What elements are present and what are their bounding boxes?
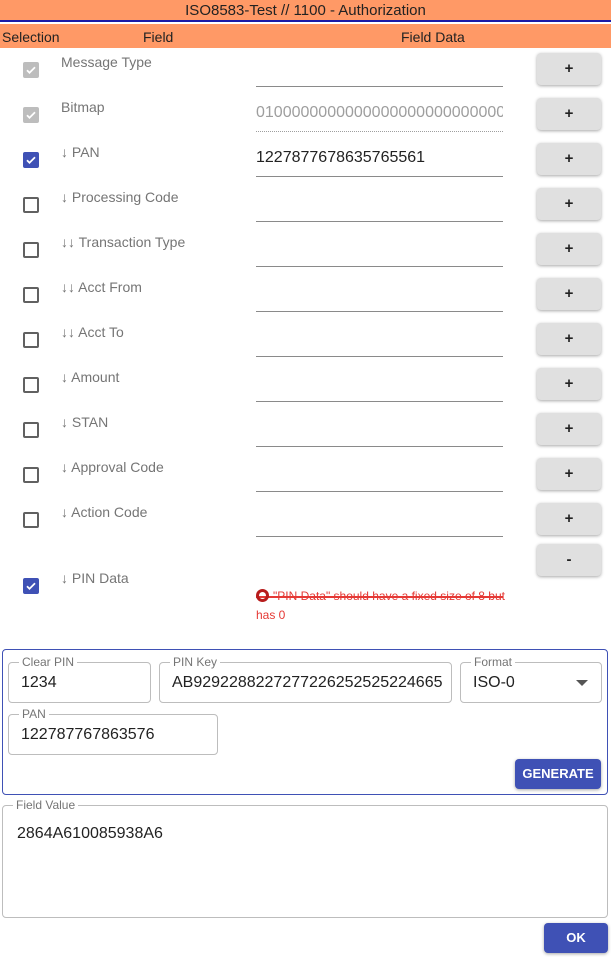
format-select[interactable]: Format ISO-0 <box>460 655 602 703</box>
pan-field[interactable]: PAN 122787767863576 <box>8 707 218 755</box>
field-data-input[interactable]: 1227877678635765561 <box>256 149 503 167</box>
field-underline <box>256 176 503 177</box>
ok-button[interactable]: OK <box>544 923 608 953</box>
field-row: ↓ Action Code + <box>0 498 611 543</box>
field-row: ↓↓ Transaction Type + <box>0 228 611 273</box>
add-field-button[interactable]: + <box>537 368 601 400</box>
dropdown-arrow-icon <box>576 680 588 686</box>
field-underline <box>256 401 503 402</box>
field-checkbox[interactable] <box>23 512 39 528</box>
field-row: Bitmap 01000000000000000000000000000000 + <box>0 93 611 138</box>
format-value: ISO-0 <box>473 674 515 691</box>
column-field: Field <box>143 29 174 45</box>
clear-pin-value: 1234 <box>21 674 57 691</box>
field-checkbox <box>23 62 39 78</box>
field-row: ↓ STAN + <box>0 408 611 453</box>
add-field-button[interactable]: + <box>537 233 601 265</box>
field-name: ↓ Processing Code <box>61 189 179 205</box>
field-checkbox[interactable] <box>23 242 39 258</box>
field-underline <box>256 536 503 537</box>
field-underline <box>256 356 503 357</box>
field-value-text: 2864A610085938A6 <box>17 825 163 842</box>
field-underline <box>256 131 503 132</box>
generate-button[interactable]: GENERATE <box>515 759 601 789</box>
field-checkbox[interactable] <box>23 197 39 213</box>
add-field-button[interactable]: + <box>537 53 601 85</box>
field-checkbox[interactable] <box>23 467 39 483</box>
column-field-data: Field Data <box>401 29 465 45</box>
add-field-button[interactable]: + <box>537 323 601 355</box>
pin-key-field[interactable]: PIN Key AB929228822727722625252522466515 <box>159 655 452 703</box>
field-checkbox[interactable] <box>23 377 39 393</box>
field-name: ↓ STAN <box>61 414 109 430</box>
field-name: ↓↓ Acct From <box>61 279 142 295</box>
remove-field-button[interactable]: - <box>537 544 601 576</box>
field-row: ↓↓ Acct From + <box>0 273 611 318</box>
field-value-label: Field Value <box>13 798 79 812</box>
field-checkbox[interactable] <box>23 332 39 348</box>
add-field-button[interactable]: + <box>537 143 601 175</box>
pan-label: PAN <box>19 707 49 721</box>
format-label: Format <box>471 655 516 669</box>
clear-pin-field[interactable]: Clear PIN 1234 <box>8 655 151 703</box>
field-checkbox <box>23 107 39 123</box>
field-name: ↓ PIN Data <box>61 570 129 586</box>
window-title: ISO8583-Test // 1100 - Authorization <box>0 0 611 22</box>
error-icon <box>256 589 269 602</box>
field-value-textarea[interactable]: Field Value 2864A610085938A6 <box>2 798 608 918</box>
add-field-button[interactable]: + <box>537 188 601 220</box>
field-underline <box>256 446 503 447</box>
field-row: ↓ Approval Code + <box>0 453 611 498</box>
field-checkbox[interactable] <box>23 578 39 594</box>
field-data-input: 01000000000000000000000000000000 <box>256 104 503 121</box>
field-row: Message Type + <box>0 48 611 93</box>
clear-pin-label: Clear PIN <box>19 655 78 669</box>
pan-value: 122787767863576 <box>21 726 155 743</box>
field-row: ↓ Processing Code + <box>0 183 611 228</box>
pin-key-label: PIN Key <box>170 655 221 669</box>
add-field-button[interactable]: + <box>537 98 601 130</box>
field-checkbox[interactable] <box>23 422 39 438</box>
field-name: ↓↓ Transaction Type <box>61 234 186 250</box>
field-underline <box>256 266 503 267</box>
field-name: ↓ PAN <box>61 144 100 160</box>
pin-data-error-text: "PIN Data" should have a fixed size of 8… <box>256 589 505 622</box>
field-row: ↓↓ Acct To + <box>0 318 611 363</box>
field-name: ↓↓ Acct To <box>61 324 124 340</box>
column-selection: Selection <box>2 29 60 45</box>
field-name: ↓ Amount <box>61 369 120 385</box>
pin-key-value: AB929228822727722625252522466515 <box>172 674 442 691</box>
field-underline <box>256 221 503 222</box>
field-checkbox[interactable] <box>23 152 39 168</box>
field-name: Message Type <box>61 54 152 70</box>
field-name: ↓ Approval Code <box>61 459 164 475</box>
add-field-button[interactable]: + <box>537 413 601 445</box>
add-field-button[interactable]: + <box>537 278 601 310</box>
field-underline <box>256 311 503 312</box>
field-name: ↓ Action Code <box>61 504 148 520</box>
field-underline <box>256 491 503 492</box>
pin-data-error: "PIN Data" should have a fixed size of 8… <box>256 587 506 625</box>
field-row: ↓ PAN 1227877678635765561 + <box>0 138 611 183</box>
field-underline <box>256 86 503 87</box>
field-checkbox[interactable] <box>23 287 39 303</box>
add-field-button[interactable]: + <box>537 503 601 535</box>
field-name: Bitmap <box>61 99 105 115</box>
column-header: Selection Field Field Data <box>0 24 611 48</box>
add-field-button[interactable]: + <box>537 458 601 490</box>
field-row: ↓ Amount + <box>0 363 611 408</box>
